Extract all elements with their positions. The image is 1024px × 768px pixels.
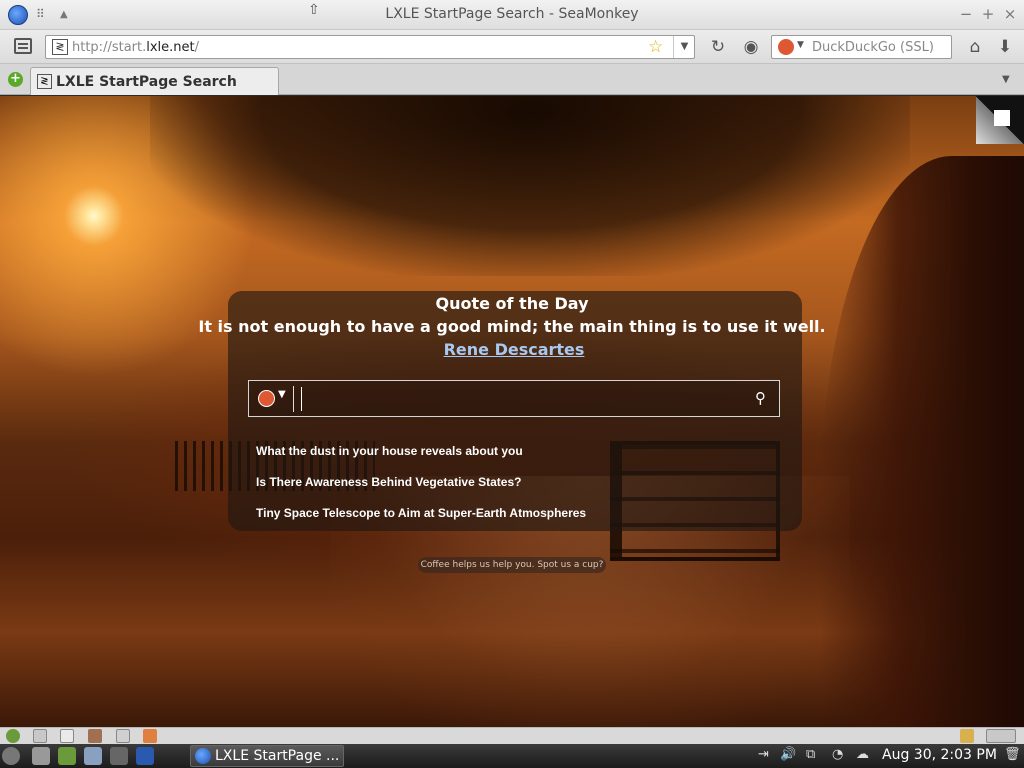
list-all-tabs-icon[interactable]: ▼ (1002, 74, 1010, 85)
component-bar (0, 727, 1024, 744)
engine-dropdown-icon[interactable]: ▼ (278, 389, 286, 400)
weather-icon[interactable]: ☁ (856, 747, 869, 762)
mail-component-icon[interactable] (33, 729, 47, 743)
search-engine-label[interactable]: DuckDuckGo (SSL) (812, 40, 934, 55)
taskbar-window-button[interactable]: LXLE StartPage ... (190, 745, 344, 767)
menu-icon[interactable] (14, 38, 32, 54)
quote-text: It is not enough to have a good mind; th… (198, 317, 826, 336)
calendar-component-icon[interactable] (143, 729, 157, 743)
url-prefix: http://start. (72, 40, 147, 55)
donate-link[interactable]: Coffee helps us help you. Spot us a cup? (418, 557, 606, 573)
new-tab-plus-icon[interactable]: + (8, 72, 23, 87)
address-book-icon[interactable] (88, 729, 102, 743)
news-link[interactable]: What the dust in your house reveals abou… (256, 444, 523, 458)
quote-heading: Quote of the Day (435, 294, 589, 313)
security-lock-icon (960, 729, 974, 743)
taskbar-window-label: LXLE StartPage ... (215, 748, 340, 764)
clock[interactable]: Aug 30, 2:03 PM (882, 747, 997, 763)
pointer-icon[interactable] (110, 747, 128, 765)
reload-icon[interactable]: ↻ (707, 37, 729, 57)
duckduckgo-engine-icon[interactable] (778, 39, 794, 55)
seamonkey-launcher-icon[interactable] (136, 747, 154, 765)
engine-dropdown-icon[interactable]: ▼ (797, 40, 804, 50)
url-domain: lxle.net (146, 40, 195, 55)
background-tree-silhouette (150, 96, 910, 276)
online-status-icon[interactable] (986, 729, 1016, 743)
network-arrow-icon[interactable]: ⇥ (758, 747, 769, 762)
trash-icon[interactable]: 🗑 (1004, 747, 1021, 762)
search-separator (293, 386, 294, 412)
desktop-taskbar: LXLE StartPage ... ⇥ 🔊 ⧉ ◔ ☁ Aug 30, 2:0… (0, 744, 1024, 768)
quote-author-link[interactable]: Rene Descartes (0, 340, 1024, 359)
addon-owl-icon[interactable]: ◉ (740, 37, 762, 57)
tab-label: LXLE StartPage Search (56, 74, 237, 90)
duckduckgo-icon[interactable] (258, 390, 275, 407)
tab-favicon-icon: ≷ (37, 74, 52, 89)
bookmark-star-icon[interactable]: ☆ (648, 37, 663, 57)
update-icon[interactable]: ◔ (832, 747, 843, 762)
tab-lxle-startpage[interactable]: ≷ LXLE StartPage Search (30, 67, 279, 95)
startpage-search-box: ▼ ⚲ (248, 380, 780, 417)
window-title-bar: ⠿ ▲ ⇧ LXLE StartPage Search - SeaMonkey … (0, 0, 1024, 30)
file-manager-icon[interactable] (32, 747, 50, 765)
maximize-button[interactable]: + (980, 5, 996, 23)
launcher-icon[interactable] (58, 747, 76, 765)
page-corner-curl-icon[interactable] (976, 96, 1024, 144)
chat-component-icon[interactable] (116, 729, 130, 743)
browser-component-icon[interactable] (6, 729, 20, 743)
url-bar[interactable]: ≷ http://start.lxle.net/ ☆ ▼ (45, 35, 695, 59)
url-history-dropdown-icon[interactable]: ▼ (673, 36, 695, 58)
show-desktop-icon[interactable] (84, 747, 102, 765)
site-identity-icon[interactable]: ≷ (52, 39, 68, 55)
tab-strip: + ≷ LXLE StartPage Search ▼ (0, 64, 1024, 95)
url-suffix: / (194, 40, 200, 55)
search-bar[interactable]: ▼ DuckDuckGo (SSL) (771, 35, 952, 59)
composer-component-icon[interactable] (60, 729, 74, 743)
home-icon[interactable]: ⌂ (964, 37, 986, 57)
search-magnifier-icon[interactable]: ⚲ (755, 389, 766, 407)
start-menu-icon[interactable] (2, 747, 20, 765)
startpage-search-input[interactable] (301, 387, 741, 411)
close-button[interactable]: × (1002, 5, 1018, 23)
downloads-icon[interactable]: ⬇ (994, 37, 1016, 57)
news-link[interactable]: Is There Awareness Behind Vegetative Sta… (256, 475, 521, 489)
minimize-button[interactable]: − (958, 5, 974, 23)
volume-icon[interactable]: 🔊 (780, 747, 796, 762)
seamonkey-task-icon (195, 748, 211, 764)
news-link[interactable]: Tiny Space Telescope to Aim at Super-Ear… (256, 506, 586, 520)
window-title: LXLE StartPage Search - SeaMonkey (385, 6, 639, 22)
navigation-toolbar: ≷ http://start.lxle.net/ ☆ ▼ ↻ ◉ ▼ DuckD… (0, 30, 1024, 64)
page-content: Quote of the Day It is not enough to hav… (0, 96, 1024, 727)
url-text[interactable]: http://start.lxle.net/ (72, 40, 199, 55)
network-icon[interactable]: ⧉ (806, 747, 815, 762)
